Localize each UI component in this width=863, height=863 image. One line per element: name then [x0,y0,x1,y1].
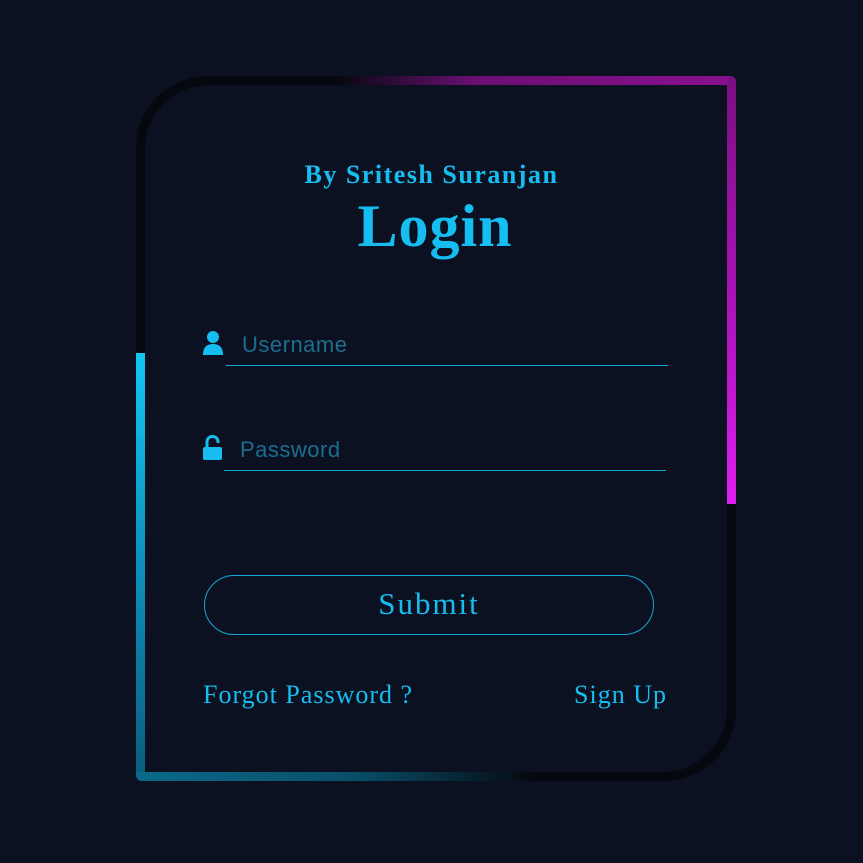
glow-border-left [136,353,145,781]
sign-up-link[interactable]: Sign Up [574,680,667,710]
glow-border-top [336,76,736,85]
login-page: By Sritesh Suranjan Login Submit Forgot … [0,0,863,863]
glow-border-right [727,76,736,504]
glow-border-bottom [136,772,536,781]
forgot-password-link[interactable]: Forgot Password ? [203,680,413,710]
username-input[interactable] [226,328,668,366]
author-subtitle: By Sritesh Suranjan [304,160,559,189]
submit-button[interactable]: Submit [204,575,654,635]
page-title: Login [357,193,513,259]
password-field [202,431,672,471]
username-field [202,326,672,366]
unlock-icon [202,434,224,461]
user-icon [202,330,224,356]
password-input[interactable] [224,433,666,471]
